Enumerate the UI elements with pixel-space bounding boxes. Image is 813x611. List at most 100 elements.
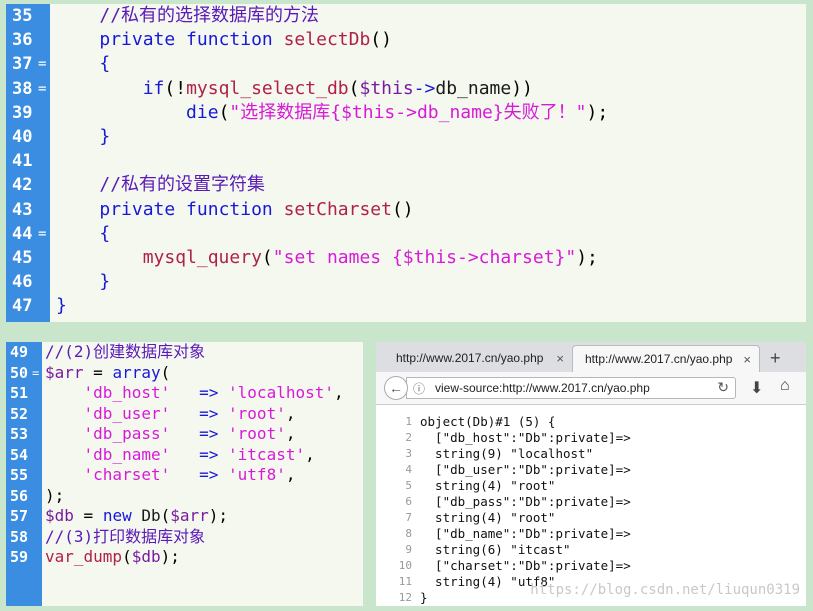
source-line-number: 9 — [405, 543, 412, 556]
line-number: 58 — [10, 527, 29, 546]
source-line: 2 ["db_host":"Db":private]=> — [376, 430, 806, 446]
code-text: { — [99, 53, 111, 75]
code-line: 47} — [6, 294, 806, 318]
code-line: 57 $db = new Db($arr); — [6, 506, 363, 527]
source-line: 6 ["db_pass":"Db":private]=> — [376, 494, 806, 510]
line-number: 51 — [10, 384, 29, 402]
code-line: 40 } — [6, 125, 806, 149]
code-text: 'db_pass' => 'root', — [83, 424, 296, 443]
code-line: 52 'db_user' => 'root', — [6, 404, 363, 425]
fold-marker-icon[interactable]: = — [38, 77, 46, 101]
code-line: 55 'charset' => 'utf8', — [6, 465, 363, 486]
download-icon[interactable]: ⬇ — [750, 378, 763, 398]
tab-yao-php-2-active[interactable]: http://www.2017.cn/yao.php × — [572, 345, 760, 372]
line-number: 55 — [10, 466, 29, 484]
url-text: view-source:http://www.2017.cn/yao.php — [435, 381, 650, 395]
code-text: } — [99, 271, 111, 293]
source-line-text: string(4) "root" — [420, 510, 556, 525]
browser-window: http://www.2017.cn/yao.php × http://www.… — [376, 342, 806, 606]
code-line: 46 } — [6, 270, 806, 294]
source-line-number: 7 — [405, 511, 412, 524]
fold-marker-icon[interactable]: = — [38, 52, 46, 76]
code-text: 'db_user' => 'root', — [83, 403, 296, 423]
source-line: 1 object(Db)#1 (5) { — [376, 414, 806, 430]
source-line: 5 string(4) "root" — [376, 478, 806, 494]
code-text: } — [99, 126, 111, 147]
close-icon[interactable]: × — [743, 346, 751, 373]
code-line: 44 = { — [6, 222, 806, 246]
line-number: 56 — [10, 486, 29, 505]
code-text: if(!mysql_select_db($this->db_name)) — [142, 77, 533, 99]
address-bar[interactable]: ⓘ view-source:http://www.2017.cn/yao.php… — [406, 377, 736, 399]
home-icon[interactable]: ⌂ — [780, 377, 790, 395]
code-line: 59 var_dump($db); — [6, 547, 363, 568]
source-line-number: 11 — [398, 575, 412, 588]
code-line: 36 private function selectDb() — [6, 28, 806, 52]
code-text: private function setCharset() — [99, 198, 414, 220]
bottom-code-editor[interactable]: 49//(2)创建数据库对象 50 = $arr = array(51 'db_hos… — [6, 342, 363, 606]
line-number: 35 — [12, 6, 33, 26]
code-text: die("选择数据库{$this->db_name}失败了！"); — [186, 101, 609, 123]
line-number: 57 — [10, 507, 29, 525]
tab-label: http://www.2017.cn/yao.php — [396, 351, 544, 365]
source-line: 3 string(9) "localhost" — [376, 446, 806, 462]
code-text: 'db_host' => 'localhost', — [83, 383, 344, 402]
line-number: 41 — [12, 151, 33, 172]
line-number: 52 — [10, 404, 29, 423]
source-line: 10 ["charset":"Db":private]=> — [376, 558, 806, 574]
reload-icon[interactable]: ↻ — [717, 379, 729, 396]
back-arrow-icon[interactable]: ← — [384, 376, 408, 400]
code-text: 'db_name' => 'itcast', — [83, 444, 315, 464]
tab-bar: http://www.2017.cn/yao.php × http://www.… — [376, 342, 806, 372]
source-line: 4 ["db_user":"Db":private]=> — [376, 462, 806, 478]
info-icon[interactable]: ⓘ — [413, 380, 425, 397]
code-text: 'charset' => 'utf8', — [83, 465, 296, 484]
code-line: 37 = { — [6, 52, 806, 76]
code-text: { — [99, 222, 111, 244]
close-icon[interactable]: × — [556, 345, 564, 372]
line-number: 54 — [10, 445, 29, 464]
source-line-number: 8 — [405, 527, 412, 540]
code-text: //私有的设置字符集 — [99, 174, 266, 196]
line-number: 38 — [12, 78, 33, 99]
code-text: private function selectDb() — [99, 29, 392, 51]
source-line-number: 6 — [405, 495, 412, 508]
code-line: 45 mysql_query("set names {$this->charse… — [6, 246, 806, 270]
source-line-text: string(6) "itcast" — [420, 542, 571, 557]
code-line: 35 //私有的选择数据库的方法 — [6, 4, 806, 28]
source-line-number: 3 — [405, 447, 412, 460]
fold-marker-icon[interactable]: = — [32, 363, 39, 384]
line-number: 36 — [12, 30, 33, 51]
top-code-editor[interactable]: 35 //私有的选择数据库的方法 36 private function sele… — [6, 4, 806, 322]
source-line-number: 5 — [405, 479, 412, 492]
line-number: 39 — [12, 102, 33, 123]
source-line-text: ["charset":"Db":private]=> — [420, 558, 631, 573]
line-number: 59 — [10, 548, 29, 566]
code-line: 50 = $arr = array( — [6, 363, 363, 384]
tab-yao-php-1[interactable]: http://www.2017.cn/yao.php × — [384, 345, 572, 372]
line-number: 50 — [10, 363, 29, 382]
fold-marker-icon[interactable]: = — [38, 222, 46, 246]
new-tab-button[interactable]: + — [770, 345, 781, 372]
code-text: //(3)打印数据库对象 — [45, 526, 206, 546]
source-line-text: ["db_user":"Db":private]=> — [420, 462, 631, 477]
watermark: https://blog.csdn.net/liuqun0319 — [530, 582, 800, 598]
code-line: 49 //(2)创建数据库对象 — [6, 342, 363, 363]
code-line: 51 'db_host' => 'localhost', — [6, 383, 363, 404]
source-line-text: } — [420, 590, 428, 605]
source-line-text: string(9) "localhost" — [420, 446, 594, 461]
code-line: 53 'db_pass' => 'root', — [6, 424, 363, 445]
source-line-text: ["db_host":"Db":private]=> — [420, 430, 631, 445]
code-line: 54 'db_name' => 'itcast', — [6, 445, 363, 466]
code-line: 43 private function setCharset() — [6, 198, 806, 222]
code-text: //私有的选择数据库的方法 — [99, 5, 320, 26]
line-number: 37 — [12, 54, 33, 75]
source-line: 8 ["db_name":"Db":private]=> — [376, 526, 806, 542]
source-line: 7 string(4) "root" — [376, 510, 806, 526]
source-line-number: 12 — [398, 591, 412, 604]
code-text: ); — [45, 485, 65, 505]
source-line-text: string(4) "root" — [420, 478, 556, 493]
line-number: 44 — [12, 223, 33, 244]
tab-label: http://www.2017.cn/yao.php — [585, 352, 733, 366]
source-line-number: 4 — [405, 463, 412, 476]
